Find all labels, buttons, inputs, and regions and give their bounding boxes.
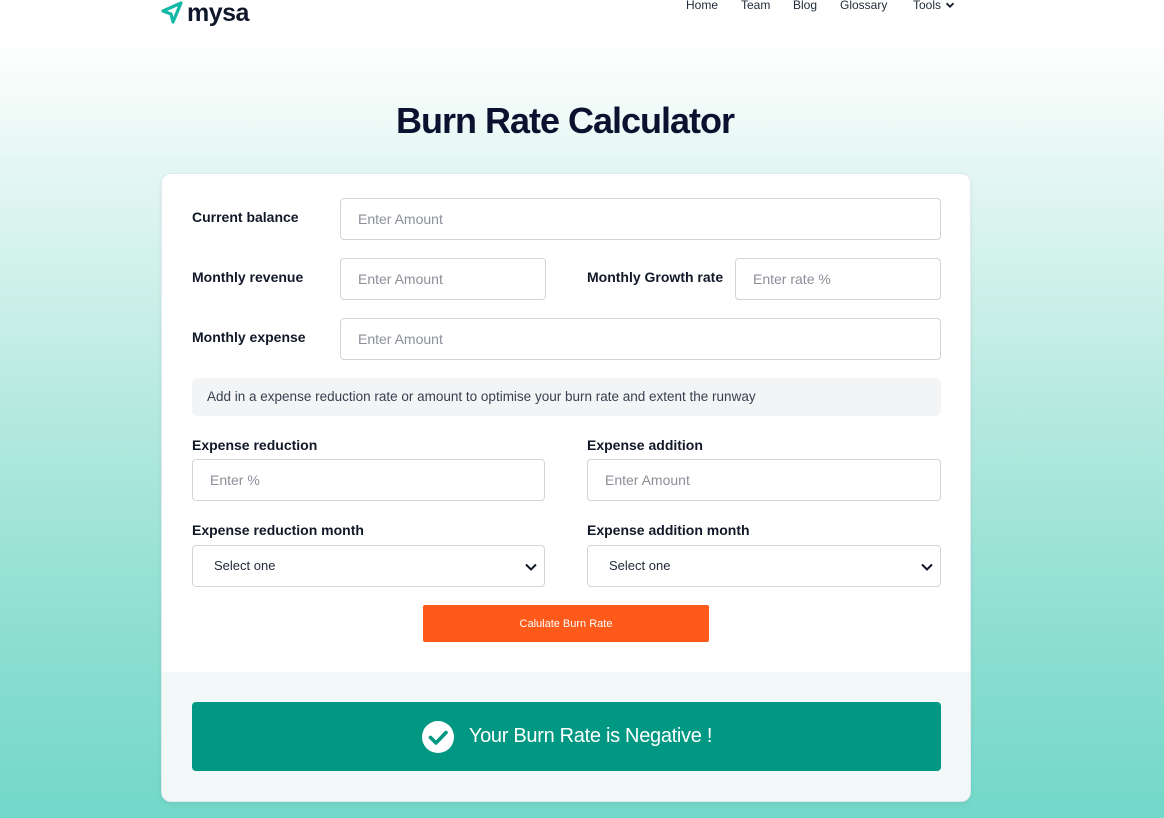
- result-text: Your Burn Rate is Negative !: [468, 725, 713, 747]
- expense-reduction-month-select[interactable]: Select one: [192, 545, 545, 587]
- expense-addition-label: Expense addition: [587, 437, 703, 453]
- info-banner: Add in a expense reduction rate or amoun…: [192, 378, 941, 416]
- site-header: mysa Home Team Blog Glossary Tools: [0, 0, 1164, 30]
- chevron-down-icon: [921, 563, 933, 571]
- monthly-expense-label: Monthly expense: [192, 329, 306, 345]
- monthly-growth-rate-input[interactable]: [735, 258, 941, 300]
- page-title: Burn Rate Calculator: [395, 100, 735, 141]
- calculator-card: Current balance Monthly revenue Monthly …: [161, 173, 971, 802]
- expense-reduction-month-label: Expense reduction month: [192, 522, 364, 538]
- result-banner: Your Burn Rate is Negative !: [192, 702, 941, 771]
- check-circle-icon: [421, 720, 454, 753]
- expense-addition-month-value: Select one: [609, 558, 671, 573]
- expense-addition-input[interactable]: [587, 459, 941, 501]
- nav-tools-label: Tools: [913, 0, 942, 12]
- nav-blog-link[interactable]: Blog: [793, 0, 817, 12]
- nav-glossary-link[interactable]: Glossary: [840, 0, 887, 12]
- expense-reduction-month-value: Select one: [214, 558, 276, 573]
- monthly-expense-input[interactable]: [340, 318, 941, 360]
- logo-text: mysa: [187, 0, 249, 27]
- expense-reduction-label: Expense reduction: [192, 437, 318, 453]
- current-balance-label: Current balance: [192, 209, 299, 225]
- nav-tools-dropdown[interactable]: Tools: [913, 0, 955, 12]
- current-balance-input[interactable]: [340, 198, 941, 240]
- expense-addition-month-label: Expense addition month: [587, 522, 750, 538]
- chevron-down-icon: [525, 563, 537, 571]
- brand-logo[interactable]: mysa: [160, 0, 249, 26]
- expense-addition-month-select[interactable]: Select one: [587, 545, 941, 587]
- expense-reduction-input[interactable]: [192, 459, 545, 501]
- nav-home-link[interactable]: Home: [686, 0, 718, 12]
- monthly-growth-rate-label: Monthly Growth rate: [587, 269, 724, 285]
- logo-icon: [161, 1, 183, 24]
- monthly-revenue-label: Monthly revenue: [192, 269, 304, 285]
- calculate-burn-rate-button[interactable]: Calulate Burn Rate: [423, 605, 709, 642]
- nav-team-link[interactable]: Team: [741, 0, 770, 12]
- monthly-revenue-input[interactable]: [340, 258, 546, 300]
- chevron-down-icon: [945, 2, 955, 8]
